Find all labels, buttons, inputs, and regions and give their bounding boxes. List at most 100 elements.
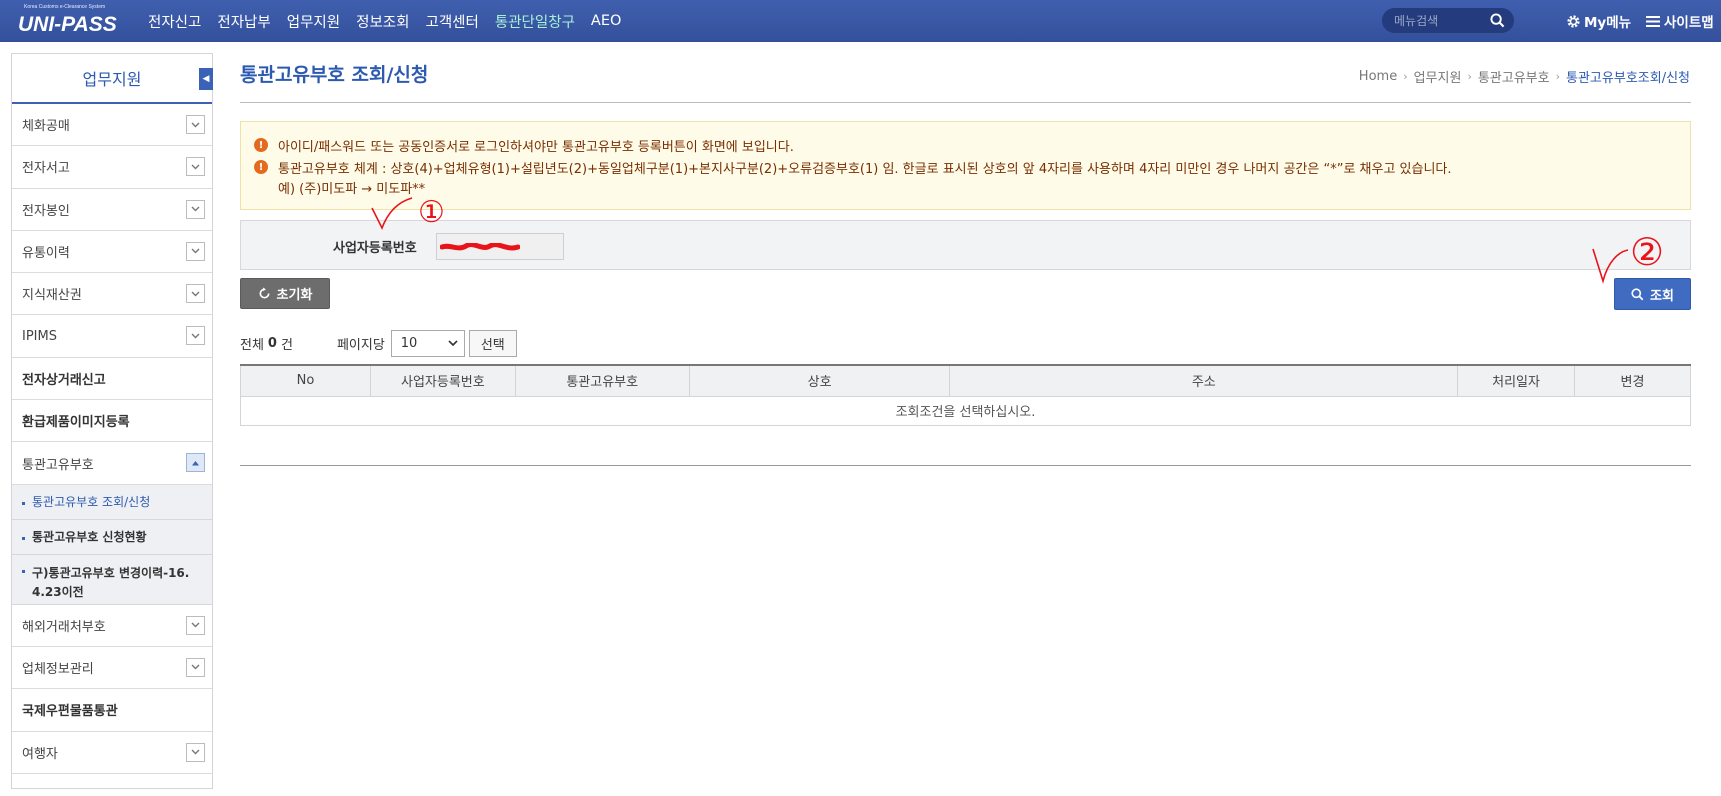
chevron-right-icon: › [1555, 70, 1561, 83]
top-navigation-bar: Korea Customs e-Clearance System UNI-PAS… [0, 0, 1721, 42]
per-page-label: 페이지당 [336, 338, 385, 353]
sitemap-label: 사이트맵 [1664, 15, 1714, 31]
reset-button-label: 초기화 [276, 288, 313, 303]
column-header-address[interactable]: 주소 [949, 364, 1459, 397]
sidebar-item-label: 통관고유부호 [22, 457, 94, 473]
chevron-down-icon[interactable] [186, 241, 205, 261]
sidebar-item-label: 체화공매 [22, 119, 70, 135]
sitemap-button[interactable]: 사이트맵 [1646, 11, 1714, 31]
notice-box: ! 아이디/패스워드 또는 공동인증서로 로그인하셔야만 통관고유부호 등록버튼… [240, 121, 1691, 210]
column-header-customs-code[interactable]: 통관고유부호 [514, 364, 690, 397]
sidebar-item-e-seal[interactable]: 전자봉인 [12, 189, 212, 231]
empty-message: 조회조건을 선택하십시오. [240, 395, 1691, 426]
chevron-down-icon[interactable] [186, 657, 205, 677]
sidebar-subitem-customs-code-status[interactable]: 통관고유부호 신청현황 [12, 519, 212, 555]
nav-item-electronic-payment[interactable]: 전자납부 [217, 11, 270, 32]
sidebar-subitem-customs-code-search[interactable]: 통관고유부호 조회/신청 [12, 484, 212, 520]
per-page-select[interactable]: 10 [390, 330, 465, 357]
sidebar-title: 업무지원 ◀ [12, 54, 213, 104]
sidebar-collapse-toggle[interactable]: ◀ [199, 68, 213, 90]
search-button-label: 조회 [1650, 288, 1674, 304]
table-row: 조회조건을 선택하십시오. [240, 395, 1691, 426]
hamburger-icon [1646, 15, 1660, 27]
chevron-down-icon[interactable] [186, 326, 205, 346]
sidebar-item-ipims[interactable]: IPIMS [12, 315, 212, 358]
search-button[interactable]: 조회 [1614, 278, 1691, 310]
sidebar-item-overseas-partner-code[interactable]: 해외거래처부호 [12, 605, 212, 647]
column-header-company-name[interactable]: 상호 [688, 364, 951, 397]
nav-item-info-search[interactable]: 정보조회 [356, 11, 409, 32]
sidebar-item-label: IPIMS [22, 328, 57, 344]
exclamation-icon: ! [254, 138, 268, 152]
sidebar-item-surplus-auction[interactable]: 체화공매 [12, 104, 212, 147]
column-header-business-number[interactable]: 사업자등록번호 [369, 364, 516, 397]
breadcrumb-customs-code[interactable]: 통관고유부호 [1478, 67, 1550, 86]
sidebar-subitem-customs-code-history[interactable]: 구)통관고유부호 변경이력-16.4.23이전 [12, 554, 212, 605]
column-header-change[interactable]: 변경 [1574, 364, 1691, 397]
breadcrumb-current[interactable]: 통관고유부호조회/신청 [1566, 67, 1690, 86]
sidebar-item-traveler[interactable]: 여행자 [12, 732, 212, 774]
sidebar-item-ecommerce-declaration[interactable]: 전자상거래신고 [12, 358, 212, 401]
sidebar-item-label: 전자서고 [22, 161, 70, 177]
bottom-divider [240, 465, 1691, 466]
apply-per-page-button[interactable]: 선택 [468, 330, 517, 357]
nav-item-aeo[interactable]: AEO [591, 13, 622, 29]
total-count: 0 [267, 336, 277, 351]
results-table: No 사업자등록번호 통관고유부호 상호 주소 처리일자 변경 조회조건을 선택… [240, 364, 1691, 426]
apply-per-page-label: 선택 [480, 338, 505, 353]
sidebar: 업무지원 ◀ 체화공매 전자서고 전자봉인 유통이력 지식재산권 IPIMS 전… [11, 53, 213, 789]
sidebar-item-intellectual-property[interactable]: 지식재산권 [12, 273, 212, 316]
sidebar-item-distribution-history[interactable]: 유통이력 [12, 231, 212, 274]
chevron-up-icon[interactable] [186, 453, 205, 473]
business-number-input[interactable] [436, 233, 564, 260]
menu-search-input[interactable] [1394, 11, 1484, 30]
my-menu-label: My메뉴 [1584, 15, 1632, 31]
sidebar-item-company-info[interactable]: 업체정보관리 [12, 647, 212, 690]
sidebar-item-label: 업체정보관리 [22, 662, 94, 678]
sidebar-item-customs-code[interactable]: 통관고유부호 [12, 442, 212, 485]
sidebar-subitem-label: 통관고유부호 신청현황 [32, 530, 147, 545]
sidebar-item-international-mail[interactable]: 국제우편물품통관 [12, 689, 212, 732]
column-header-process-date[interactable]: 처리일자 [1457, 364, 1576, 397]
breadcrumb-business-support[interactable]: 업무지원 [1414, 67, 1462, 86]
chevron-down-icon[interactable] [186, 157, 205, 177]
chevron-down-icon[interactable] [186, 742, 205, 762]
sidebar-item-refund-image-registration[interactable]: 환급제품이미지등록 [12, 400, 212, 443]
refresh-icon [259, 287, 270, 299]
chevron-down-icon[interactable] [186, 199, 205, 219]
table-header-row: No 사업자등록번호 통관고유부호 상호 주소 처리일자 변경 [240, 364, 1691, 397]
notice-line: ! 아이디/패스워드 또는 공동인증서로 로그인하셔야만 통관고유부호 등록버튼… [254, 134, 1690, 156]
nav-item-electronic-declaration[interactable]: 전자신고 [148, 11, 201, 32]
my-menu-button[interactable]: My메뉴 [1566, 11, 1631, 31]
sidebar-item-e-archive[interactable]: 전자서고 [12, 146, 212, 189]
notice-text-login: 아이디/패스워드 또는 공동인증서로 로그인하셔야만 통관고유부호 등록버튼이 … [278, 139, 794, 155]
chevron-down-icon[interactable] [186, 284, 205, 304]
nav-item-single-window[interactable]: 통관단일창구 [495, 11, 575, 32]
notice-text-example: 예) (주)미도파 → 미도파** [278, 181, 426, 197]
sidebar-item-label: 여행자 [22, 746, 58, 762]
redaction-scribble [440, 243, 520, 251]
sidebar-subitem-label: 통관고유부호 조회/신청 [32, 495, 151, 510]
column-header-no[interactable]: No [240, 364, 371, 397]
nav-item-customer-center[interactable]: 고객센터 [426, 11, 479, 32]
sidebar-item-label: 전자봉인 [22, 203, 70, 219]
gear-icon [1567, 14, 1580, 28]
sidebar-subitem-label: 구)통관고유부호 변경이력-16.4.23이전 [32, 565, 190, 599]
logo-text: UNI-PASS [18, 13, 117, 36]
sidebar-item-label: 유통이력 [22, 246, 70, 262]
exclamation-icon: ! [254, 160, 268, 174]
business-number-label: 사업자등록번호 [333, 241, 417, 256]
sidebar-item-label: 전자상거래신고 [22, 372, 106, 388]
chevron-right-icon: › [1403, 70, 1408, 83]
title-divider [240, 102, 1691, 103]
notice-line: 예) (주)미도파 → 미도파** [254, 178, 1690, 197]
sidebar-item-label: 해외거래처부호 [22, 619, 106, 635]
unipass-logo[interactable]: Korea Customs e-Clearance System UNI-PAS… [16, 4, 120, 38]
search-panel: 사업자등록번호 [240, 220, 1691, 270]
breadcrumb-home[interactable]: Home [1359, 69, 1397, 84]
chevron-down-icon[interactable] [186, 115, 205, 134]
nav-item-business-support[interactable]: 업무지원 [287, 11, 340, 32]
search-icon[interactable] [1490, 13, 1505, 28]
chevron-down-icon[interactable] [186, 615, 205, 635]
reset-button[interactable]: 초기화 [240, 278, 330, 309]
